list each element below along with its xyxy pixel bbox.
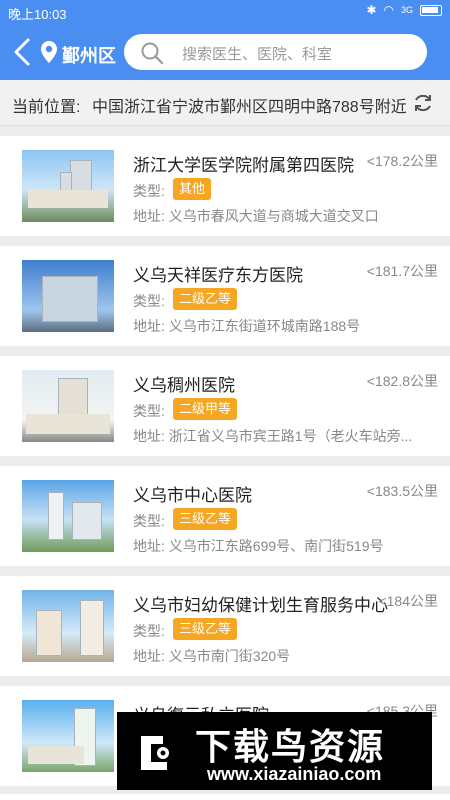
hospital-grade-badge: 三级乙等 <box>173 618 238 640</box>
address-value: 义乌市南门街320号 <box>168 648 291 664</box>
type-label: 类型: <box>133 183 165 199</box>
back-button[interactable] <box>10 36 38 68</box>
search-input[interactable]: 搜索医生、医院、科室 <box>124 34 427 70</box>
address-label: 地址: <box>133 538 165 554</box>
hospital-address: 地址: 义乌市江东街道环城南路188号 <box>133 316 360 336</box>
battery-icon <box>420 4 442 16</box>
hospital-distance: <182.8公里 <box>366 373 438 389</box>
address-label: 地址: <box>133 318 165 334</box>
hospital-address: 地址: 义乌市春风大道与商城大道交叉口 <box>133 206 379 226</box>
hospital-distance: <178.2公里 <box>366 153 438 169</box>
watermark-title: 下载鸟资源 <box>195 726 386 767</box>
chevron-left-icon <box>14 38 30 66</box>
hospital-name: 义乌稠州医院 <box>133 376 235 395</box>
hospital-address: 地址: 义乌市南门街320号 <box>133 646 290 666</box>
hospital-photo <box>22 590 114 662</box>
hospital-grade-badge: 二级乙等 <box>173 288 238 310</box>
address-value: 浙江省义乌市宾王路1号（老火车站旁... <box>168 428 413 444</box>
bird-logo-icon <box>128 723 184 779</box>
hospital-address: 地址: 浙江省义乌市宾王路1号（老火车站旁... <box>133 426 412 446</box>
address-label: 地址: <box>133 208 165 224</box>
hospital-name: 义乌市妇幼保健计划生育服务中心 <box>133 596 388 615</box>
location-label: 当前位置: <box>12 99 81 116</box>
watermark-banner: 下载鸟资源 www.xiazainiao.com <box>117 712 432 790</box>
hospital-photo <box>22 260 114 332</box>
hospital-card[interactable]: 义乌天祥医疗东方医院 <181.7公里 类型: 二级乙等 地址: 义乌市江东街道… <box>0 246 450 346</box>
hospital-distance: <181.7公里 <box>366 263 438 279</box>
network-label: 3G <box>400 5 413 15</box>
hospital-name: 义乌市中心医院 <box>133 486 252 505</box>
hospital-grade-badge: 二级甲等 <box>173 398 238 420</box>
address-value: 义乌市春风大道与商城大道交叉口 <box>168 208 379 224</box>
status-bar: 晚上10:03 ✱ ◠ 3G <box>0 0 450 24</box>
type-label: 类型: <box>133 293 165 309</box>
hospital-grade-badge: 其他 <box>173 178 212 200</box>
status-time: 晚上10:03 <box>8 7 67 22</box>
hospital-address: 地址: 义乌市江东路699号、南门街519号 <box>133 536 384 556</box>
current-location-bar: 当前位置: 中国浙江省宁波市鄞州区四明中路788号附近 <box>0 80 450 126</box>
address-value: 义乌市江东路699号、南门街519号 <box>168 538 384 554</box>
hospital-photo <box>22 370 114 442</box>
search-placeholder: 搜索医生、医院、科室 <box>182 46 333 63</box>
hospital-photo <box>22 700 114 772</box>
hospital-photo <box>22 150 114 222</box>
type-label: 类型: <box>133 403 165 419</box>
hospital-photo <box>22 480 114 552</box>
location-pin-icon[interactable] <box>40 40 58 64</box>
type-label: 类型: <box>133 513 165 529</box>
current-district[interactable]: 鄞州区 <box>62 42 116 68</box>
hospital-distance: <183.5公里 <box>366 483 438 499</box>
hospital-card[interactable]: 义乌稠州医院 <182.8公里 类型: 二级甲等 地址: 浙江省义乌市宾王路1号… <box>0 356 450 456</box>
address-label: 地址: <box>133 648 165 664</box>
hospital-name: 义乌天祥医疗东方医院 <box>133 266 303 285</box>
wifi-icon: ◠ <box>383 3 394 17</box>
hospital-distance: <184公里 <box>378 593 438 609</box>
hospital-card[interactable]: 义乌市中心医院 <183.5公里 类型: 三级乙等 地址: 义乌市江东路699号… <box>0 466 450 566</box>
hospital-card[interactable]: 义乌市妇幼保健计划生育服务中心 <184公里 类型: 三级乙等 地址: 义乌市南… <box>0 576 450 676</box>
type-label: 类型: <box>133 623 165 639</box>
status-icons: ✱ ◠ 3G <box>366 3 442 17</box>
watermark-url: www.xiazainiao.com <box>207 764 382 784</box>
bluetooth-icon: ✱ <box>366 3 377 17</box>
refresh-icon[interactable] <box>412 92 434 114</box>
address-value: 义乌市江东街道环城南路188号 <box>168 318 361 334</box>
address-label: 地址: <box>133 428 165 444</box>
top-header: 鄞州区 搜索医生、医院、科室 <box>0 24 450 80</box>
hospital-name: 浙江大学医学院附属第四医院 <box>133 156 354 175</box>
hospital-grade-badge: 三级乙等 <box>173 508 238 530</box>
location-address: 中国浙江省宁波市鄞州区四明中路788号附近 <box>92 99 407 116</box>
hospital-card[interactable] <box>0 794 450 800</box>
hospital-card[interactable]: 浙江大学医学院附属第四医院 <178.2公里 类型: 其他 地址: 义乌市春风大… <box>0 136 450 236</box>
search-icon <box>141 42 164 65</box>
